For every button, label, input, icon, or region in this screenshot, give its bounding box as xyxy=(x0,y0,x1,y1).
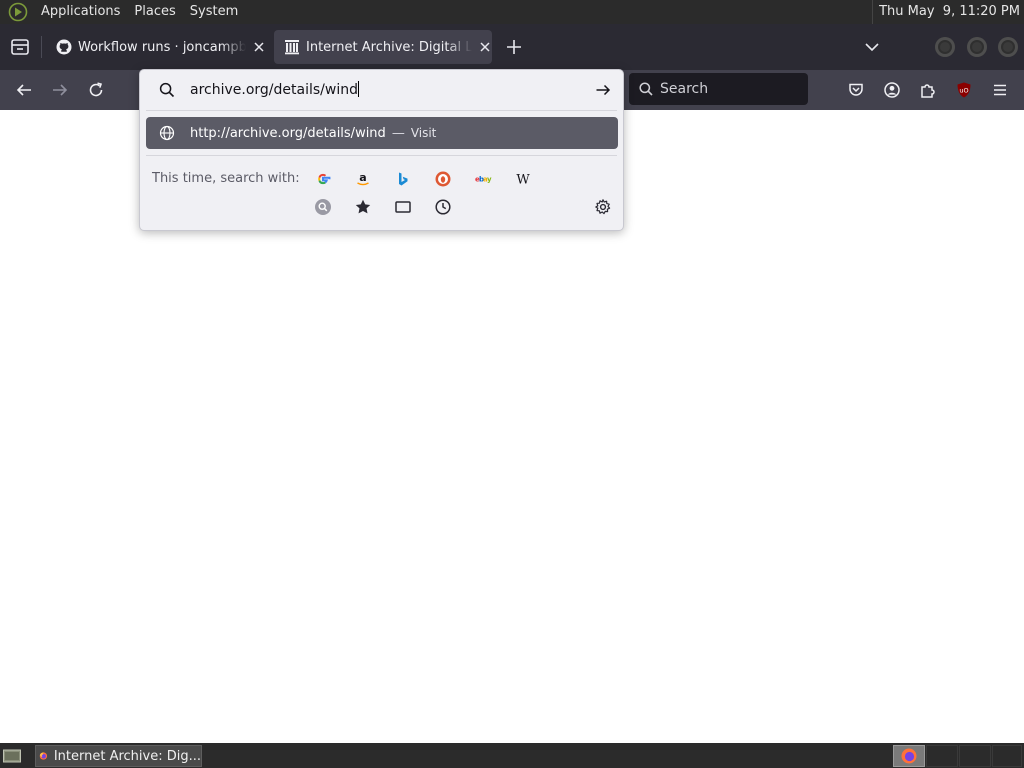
bing-engine-button[interactable] xyxy=(393,169,413,189)
urlbar-input-row[interactable]: archive.org/details/wind xyxy=(140,70,623,110)
bing-icon xyxy=(399,172,408,186)
duckduckgo-engine-button[interactable] xyxy=(433,169,453,189)
applications-menu[interactable]: Applications xyxy=(34,0,127,24)
divider xyxy=(146,155,617,156)
tab-title: Workflow runs · joncampbell xyxy=(78,39,246,55)
tab-strip: Workflow runs · joncampbell Internet Arc… xyxy=(0,24,1024,70)
forward-arrow-icon[interactable] xyxy=(50,80,70,100)
urlbar-suggestion-row[interactable]: http://archive.org/details/wind — Visit xyxy=(146,117,618,149)
go-arrow-icon[interactable] xyxy=(594,81,612,99)
tabs-mode-button[interactable] xyxy=(393,197,413,217)
urlbar-popup: archive.org/details/wind http://archive.… xyxy=(139,69,624,231)
amazon-engine-button[interactable]: a xyxy=(353,169,373,189)
clock-icon xyxy=(435,199,451,215)
history-mode-button[interactable] xyxy=(433,197,453,217)
duckduckgo-icon xyxy=(435,171,451,187)
tab-icon xyxy=(395,201,411,213)
taskbar-window-title: Internet Archive: Dig... xyxy=(53,748,201,764)
panel-clock[interactable]: Thu May 9, 11:20 PM xyxy=(872,0,1020,24)
account-icon[interactable] xyxy=(882,80,902,100)
urlbar-value: archive.org/details/wind xyxy=(190,82,358,98)
wikipedia-engine-button[interactable]: W xyxy=(513,169,533,189)
show-desktop-icon[interactable] xyxy=(2,746,22,766)
list-all-tabs-chevron-icon[interactable] xyxy=(863,38,881,56)
close-tab-icon[interactable] xyxy=(252,40,266,54)
text-caret xyxy=(357,81,359,97)
bottom-taskbar: Internet Archive: Dig... xyxy=(0,743,1024,768)
urlbar-input[interactable]: archive.org/details/wind xyxy=(190,80,359,100)
google-engine-button[interactable] xyxy=(313,169,333,189)
archive-icon xyxy=(285,40,299,55)
one-off-search-label: This time, search with: xyxy=(152,171,300,186)
divider xyxy=(146,110,617,111)
distro-logo-icon[interactable] xyxy=(8,2,28,22)
svg-text:a: a xyxy=(359,171,366,184)
top-panel: Applications Places System Thu May 9, 11… xyxy=(0,0,1024,24)
tab-internet-archive[interactable]: Internet Archive: Digital Library xyxy=(274,30,492,64)
search-placeholder: Search xyxy=(660,81,709,97)
svg-text:y: y xyxy=(487,176,492,184)
workspace-1[interactable] xyxy=(893,745,925,767)
workspace-2[interactable] xyxy=(926,745,958,767)
wikipedia-icon: W xyxy=(516,173,530,188)
maximize-window-button[interactable] xyxy=(967,37,987,57)
tab-title: Internet Archive: Digital Library xyxy=(306,39,472,55)
ublock-origin-icon[interactable]: uO xyxy=(954,80,974,100)
tab-separator xyxy=(41,36,42,58)
reload-icon[interactable] xyxy=(86,80,106,100)
places-menu[interactable]: Places xyxy=(127,0,182,24)
search-icon xyxy=(159,82,175,98)
svg-text:W: W xyxy=(516,173,530,188)
workspace-3[interactable] xyxy=(959,745,991,767)
search-engines-mode-button[interactable] xyxy=(313,197,333,217)
firefox-icon xyxy=(39,752,48,760)
close-tab-icon[interactable] xyxy=(478,40,492,54)
github-icon xyxy=(56,39,72,55)
system-menu[interactable]: System xyxy=(183,0,245,24)
amazon-icon: a xyxy=(357,171,369,186)
new-tab-plus-icon[interactable] xyxy=(504,37,524,57)
minimize-window-button[interactable] xyxy=(935,37,955,57)
hamburger-menu-icon[interactable] xyxy=(990,80,1010,100)
svg-text:uO: uO xyxy=(959,87,968,95)
search-bar[interactable]: Search xyxy=(629,73,808,105)
workspace-4[interactable] xyxy=(992,745,1022,767)
suggestion-action: Visit xyxy=(410,126,437,140)
extensions-puzzle-icon[interactable] xyxy=(918,80,938,100)
search-settings-button[interactable] xyxy=(593,197,613,217)
firefox-view-icon[interactable] xyxy=(8,35,32,59)
ebay-engine-button[interactable]: e b a y xyxy=(473,169,493,189)
suggestion-url: http://archive.org/details/wind xyxy=(190,125,386,141)
taskbar-window-button[interactable]: Internet Archive: Dig... xyxy=(35,745,202,767)
firefox-icon xyxy=(901,748,917,764)
gear-icon xyxy=(595,199,611,215)
suggestion-separator: — xyxy=(391,125,405,141)
close-window-button[interactable] xyxy=(998,37,1018,57)
search-icon xyxy=(639,82,653,96)
back-arrow-icon[interactable] xyxy=(14,80,34,100)
google-icon xyxy=(318,173,331,185)
globe-icon xyxy=(159,125,175,141)
star-icon xyxy=(355,199,371,214)
tab-workflow-runs[interactable]: Workflow runs · joncampbell xyxy=(46,30,270,64)
pocket-icon[interactable] xyxy=(846,80,866,100)
bookmarks-mode-button[interactable] xyxy=(353,197,373,217)
ebay-icon: e b a y xyxy=(475,176,492,184)
search-engine-mode-icon xyxy=(315,199,331,215)
